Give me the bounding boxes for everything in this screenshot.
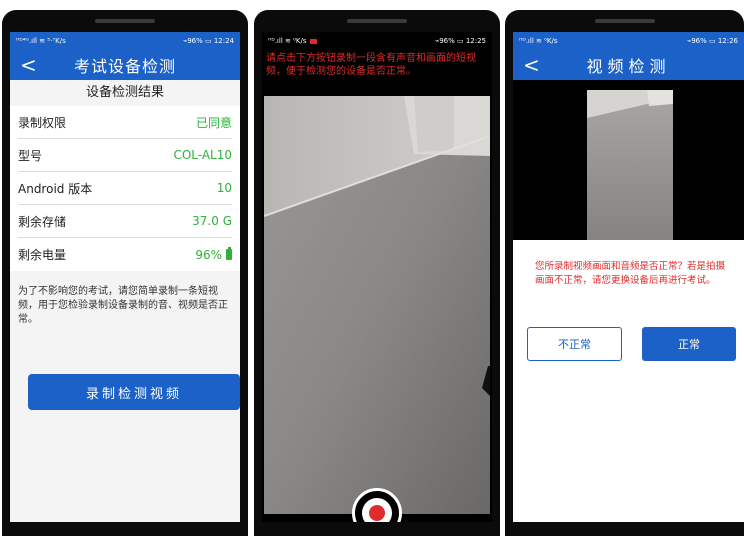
status-right: ⌁96% ▭ 12:26 — [686, 37, 738, 45]
row-value: 37.0 G — [192, 214, 232, 228]
page-title: 视频检测 — [586, 57, 671, 76]
recording-screen: ᴴᴰ.ıll ≋ ⁰K/s ⌁96% ▭ 12:25 请点击下方按钮录制一段含有… — [262, 32, 492, 522]
battery-percent: 96% — [195, 247, 222, 262]
recording-hint: 请点击下方按钮录制一段含有声音和画面的短视频，便于检测您的设备是否正常。 — [266, 53, 476, 77]
status-bar: ᴴᴰ⁴ᴳ.ıll ≋ ⁵·⁷K/s ⌁96% ▭ 12:24 — [10, 32, 240, 50]
record-icon — [362, 498, 392, 522]
recording-indicator-icon — [309, 38, 317, 44]
dialog-buttons: 不正常 正常 — [527, 327, 736, 361]
earpiece-speaker — [95, 19, 155, 23]
record-test-video-button[interactable]: 录制检测视频 — [28, 374, 240, 410]
device-check-screen: ᴴᴰ⁴ᴳ.ıll ≋ ⁵·⁷K/s ⌁96% ▭ 12:24 < 考试设备检测 … — [10, 32, 240, 522]
signal-indicators: ᴴᴰ.ıll ≋ ⁰K/s — [268, 37, 317, 45]
video-preview[interactable] — [587, 90, 673, 242]
video-thumbnail-image — [587, 90, 673, 242]
normal-button[interactable]: 正常 — [642, 327, 736, 361]
page-title: 考试设备检测 — [73, 57, 176, 76]
notice-text: 为了不影响您的考试，请您简单录制一条短视频，用于您检验录制设备录制的音、视频是否… — [18, 286, 228, 325]
camera-preview — [264, 96, 490, 514]
signal-indicators: ᴴᴰ.ıll ≋ ⁰K/s — [519, 37, 558, 45]
status-bar: ᴴᴰ.ıll ≋ ⁰K/s ⌁96% ▭ 12:26 — [513, 32, 744, 50]
earpiece-speaker — [594, 19, 655, 23]
chevron-left-icon[interactable]: < — [523, 50, 543, 80]
row-value: 已同意 — [195, 115, 232, 130]
row-label: 录制权限 — [18, 115, 67, 130]
app-bar: < 视频检测 — [513, 50, 744, 80]
status-right: ⌁96% ▭ 12:25 — [434, 37, 486, 45]
status-right: ⌁96% ▭ 12:24 — [182, 37, 234, 45]
row-label: 剩余电量 — [18, 248, 67, 262]
confirm-dialog: 您所录制视频画面和音频是否正常？若是拍摄画面不正常，请您更换设备后再进行考试。 … — [513, 240, 744, 522]
row-label: 剩余存储 — [18, 214, 67, 229]
phone-recording: ᴴᴰ.ıll ≋ ⁰K/s ⌁96% ▭ 12:25 请点击下方按钮录制一段含有… — [254, 10, 500, 536]
row-label: Android 版本 — [18, 181, 93, 196]
info-row-storage: 剩余存储 37.0 G — [18, 205, 232, 238]
info-row-battery: 剩余电量 96% — [18, 238, 232, 271]
status-bar: ᴴᴰ.ıll ≋ ⁰K/s ⌁96% ▭ 12:25 — [262, 32, 492, 50]
phone-video-check: ᴴᴰ.ıll ≋ ⁰K/s ⌁96% ▭ 12:26 < 视频检测 您所录制视频… — [505, 10, 744, 536]
row-value: COL-AL10 — [173, 148, 232, 162]
dialog-message: 您所录制视频画面和音频是否正常？若是拍摄画面不正常，请您更换设备后再进行考试。 — [535, 261, 726, 286]
earpiece-speaker — [347, 19, 407, 23]
info-row-permission: 录制权限 已同意 — [18, 106, 232, 139]
phone-device-check: ᴴᴰ⁴ᴳ.ıll ≋ ⁵·⁷K/s ⌁96% ▭ 12:24 < 考试设备检测 … — [2, 10, 248, 536]
row-value: 10 — [216, 181, 232, 195]
abnormal-button[interactable]: 不正常 — [527, 327, 622, 361]
info-row-model: 型号 COL-AL10 — [18, 139, 232, 172]
chevron-left-icon[interactable]: < — [20, 50, 40, 80]
row-value-battery: 96% — [195, 247, 232, 262]
section-title: 设备检测结果 — [10, 80, 240, 106]
info-row-android-version: Android 版本 10 — [18, 172, 232, 205]
signal-indicators: ᴴᴰ⁴ᴳ.ıll ≋ ⁵·⁷K/s — [16, 37, 66, 45]
battery-icon — [226, 247, 232, 260]
app-bar: < 考试设备检测 — [10, 50, 240, 80]
camera-scene-image — [264, 96, 490, 514]
device-info-list: 录制权限 已同意 型号 COL-AL10 Android 版本 10 剩余存储 … — [10, 106, 240, 271]
video-check-screen: ᴴᴰ.ıll ≋ ⁰K/s ⌁96% ▭ 12:26 < 视频检测 您所录制视频… — [513, 32, 744, 522]
row-label: 型号 — [18, 148, 43, 163]
